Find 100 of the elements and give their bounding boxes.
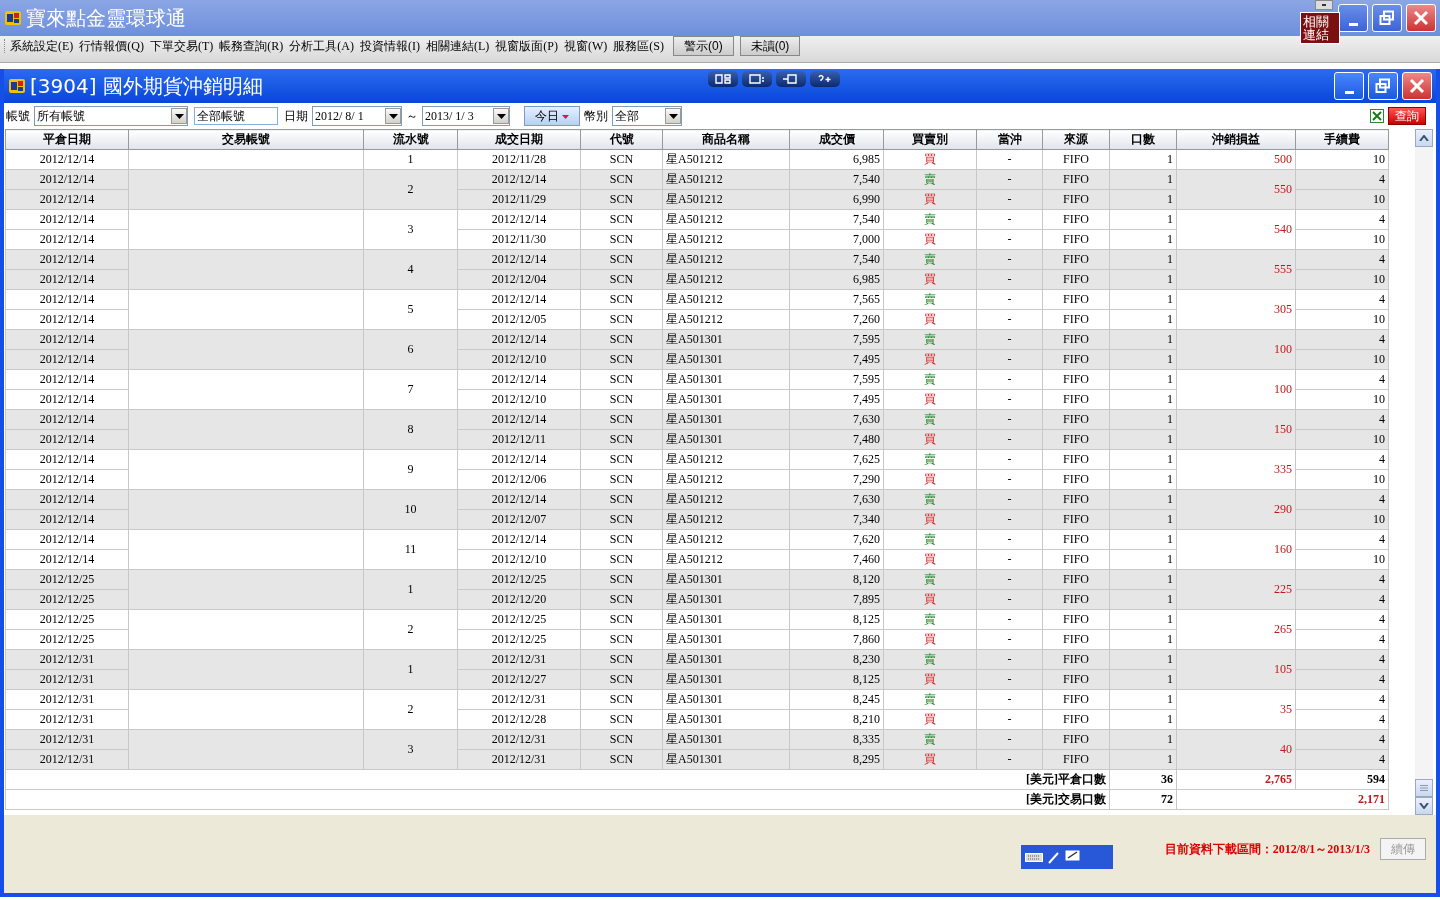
column-header[interactable]: 當沖 bbox=[976, 129, 1043, 150]
table-cell: 1 bbox=[1109, 449, 1177, 470]
table-cell: FIFO bbox=[1042, 189, 1110, 210]
table-cell: 2012/12/14 bbox=[5, 229, 129, 250]
summary-label: [美元]交易口數 bbox=[5, 789, 1110, 810]
menu-item[interactable]: 視窗(W) bbox=[561, 36, 611, 55]
table-cell: - bbox=[976, 229, 1043, 250]
keyboard-icon[interactable] bbox=[1025, 851, 1043, 863]
column-header[interactable]: 成交價 bbox=[789, 129, 884, 150]
account-dropdown[interactable]: 所有帳號 bbox=[34, 106, 188, 126]
scroll-up-button[interactable] bbox=[1415, 129, 1433, 147]
minimize-button[interactable] bbox=[1338, 4, 1368, 32]
layout-button[interactable] bbox=[708, 71, 738, 87]
table-cell: 4 bbox=[1295, 669, 1389, 690]
app-logo-icon bbox=[8, 78, 26, 94]
table-cell: FIFO bbox=[1042, 249, 1110, 270]
table-cell: 11 bbox=[363, 529, 458, 570]
table-cell: FIFO bbox=[1042, 669, 1110, 690]
table-cell: FIFO bbox=[1042, 649, 1110, 670]
table-cell: 1 bbox=[363, 149, 458, 170]
table-cell: 105 bbox=[1176, 649, 1296, 690]
table-cell: 星A501301 bbox=[662, 729, 790, 750]
column-header[interactable]: 沖銷損益 bbox=[1176, 129, 1296, 150]
menu-item[interactable]: 視窗版面(P) bbox=[492, 36, 561, 55]
today-button[interactable]: 今日 bbox=[524, 106, 580, 126]
table-cell: 8,335 bbox=[789, 729, 884, 750]
pen-icon[interactable] bbox=[1047, 850, 1061, 864]
table-cell: 3 bbox=[363, 729, 458, 770]
date-to-field[interactable]: 2013/ 1/ 3 bbox=[422, 106, 510, 126]
table-cell: 2012/12/31 bbox=[5, 709, 129, 730]
scroll-down-button[interactable] bbox=[1415, 797, 1433, 815]
table-cell: 買 bbox=[883, 629, 977, 650]
column-header[interactable]: 商品名稱 bbox=[662, 129, 790, 150]
table-cell: 星A501301 bbox=[662, 749, 790, 770]
menu-item[interactable]: 系統設定(E) bbox=[7, 36, 77, 55]
menu-item[interactable]: 相關連結(L) bbox=[423, 36, 493, 55]
restore-button[interactable] bbox=[1368, 72, 1398, 100]
table-cell: SCN bbox=[580, 689, 663, 710]
table-cell: 7,595 bbox=[789, 369, 884, 390]
alert-button[interactable]: 警示(0) bbox=[673, 36, 734, 56]
column-header[interactable]: 買賣別 bbox=[883, 129, 977, 150]
table-cell: 賣 bbox=[883, 209, 977, 230]
column-header[interactable]: 平倉日期 bbox=[5, 129, 129, 150]
table-cell: - bbox=[976, 309, 1043, 330]
handwriting-pad-icon[interactable] bbox=[1065, 850, 1081, 864]
spreadsheet-icon[interactable] bbox=[1370, 109, 1384, 123]
menu-item[interactable]: 下單交易(T) bbox=[147, 36, 217, 55]
collapse-button[interactable] bbox=[1315, 0, 1333, 10]
table-cell: 2012/12/10 bbox=[457, 549, 581, 570]
close-button[interactable] bbox=[1406, 4, 1436, 32]
menu-item[interactable]: 行情報價(Q) bbox=[76, 36, 147, 55]
table-cell: 4 bbox=[1295, 209, 1389, 230]
menu-item[interactable]: 分析工具(A) bbox=[286, 36, 357, 55]
table-cell: - bbox=[976, 489, 1043, 510]
table-cell: 2012/12/07 bbox=[457, 509, 581, 530]
account-input[interactable]: 全部帳號 bbox=[194, 107, 278, 125]
table-cell: 4 bbox=[1295, 689, 1389, 710]
table-cell: 2 bbox=[363, 169, 458, 210]
menu-item[interactable]: 服務區(S) bbox=[610, 36, 667, 55]
query-button[interactable]: 查詢 bbox=[1388, 107, 1426, 125]
table-cell: 7,540 bbox=[789, 249, 884, 270]
table-cell: 305 bbox=[1176, 289, 1296, 330]
table-cell: SCN bbox=[580, 609, 663, 630]
currency-dropdown[interactable]: 全部 bbox=[612, 106, 682, 126]
table-cell: 10 bbox=[1295, 509, 1389, 530]
column-header[interactable]: 手續費 bbox=[1295, 129, 1389, 150]
table-cell: SCN bbox=[580, 469, 663, 490]
menu-item[interactable]: 帳務查詢(R) bbox=[216, 36, 287, 55]
restore-button[interactable] bbox=[1372, 4, 1402, 32]
table-cell: 7,000 bbox=[789, 229, 884, 250]
table-cell: 7,540 bbox=[789, 209, 884, 230]
column-header[interactable]: 口數 bbox=[1109, 129, 1177, 150]
scrollbar-thumb[interactable] bbox=[1415, 779, 1433, 797]
date-from-field[interactable]: 2012/ 8/ 1 bbox=[312, 106, 402, 126]
alert-button[interactable]: 未讀(0) bbox=[739, 36, 801, 56]
minimize-button[interactable] bbox=[1334, 72, 1364, 100]
table-cell: - bbox=[976, 209, 1043, 230]
table-cell: 10 bbox=[1295, 389, 1389, 410]
table-cell: 10 bbox=[1295, 149, 1389, 170]
dock-button[interactable] bbox=[776, 71, 806, 87]
window-button[interactable] bbox=[742, 71, 772, 87]
table-cell: 8,295 bbox=[789, 749, 884, 770]
table-cell: 2012/12/31 bbox=[5, 649, 129, 670]
column-header[interactable]: 流水號 bbox=[363, 129, 458, 150]
menu-item[interactable]: 投資情報(I) bbox=[357, 36, 423, 55]
column-header[interactable]: 成交日期 bbox=[457, 129, 581, 150]
table-cell: 1 bbox=[1109, 729, 1177, 750]
input-method-toolbar[interactable] bbox=[1021, 845, 1113, 869]
help-button[interactable] bbox=[810, 71, 840, 87]
column-header[interactable]: 交易帳號 bbox=[128, 129, 364, 150]
table-cell: 2012/12/25 bbox=[457, 609, 581, 630]
column-header[interactable]: 代號 bbox=[580, 129, 663, 150]
close-button[interactable] bbox=[1402, 72, 1432, 100]
table-cell: 買 bbox=[883, 189, 977, 210]
table-cell: - bbox=[976, 169, 1043, 190]
table-cell: SCN bbox=[580, 209, 663, 230]
column-header[interactable]: 來源 bbox=[1042, 129, 1110, 150]
table-cell: 2012/12/25 bbox=[5, 609, 129, 630]
related-links-button[interactable]: 相關連結 bbox=[1300, 12, 1340, 44]
table-cell: 2012/11/30 bbox=[457, 229, 581, 250]
